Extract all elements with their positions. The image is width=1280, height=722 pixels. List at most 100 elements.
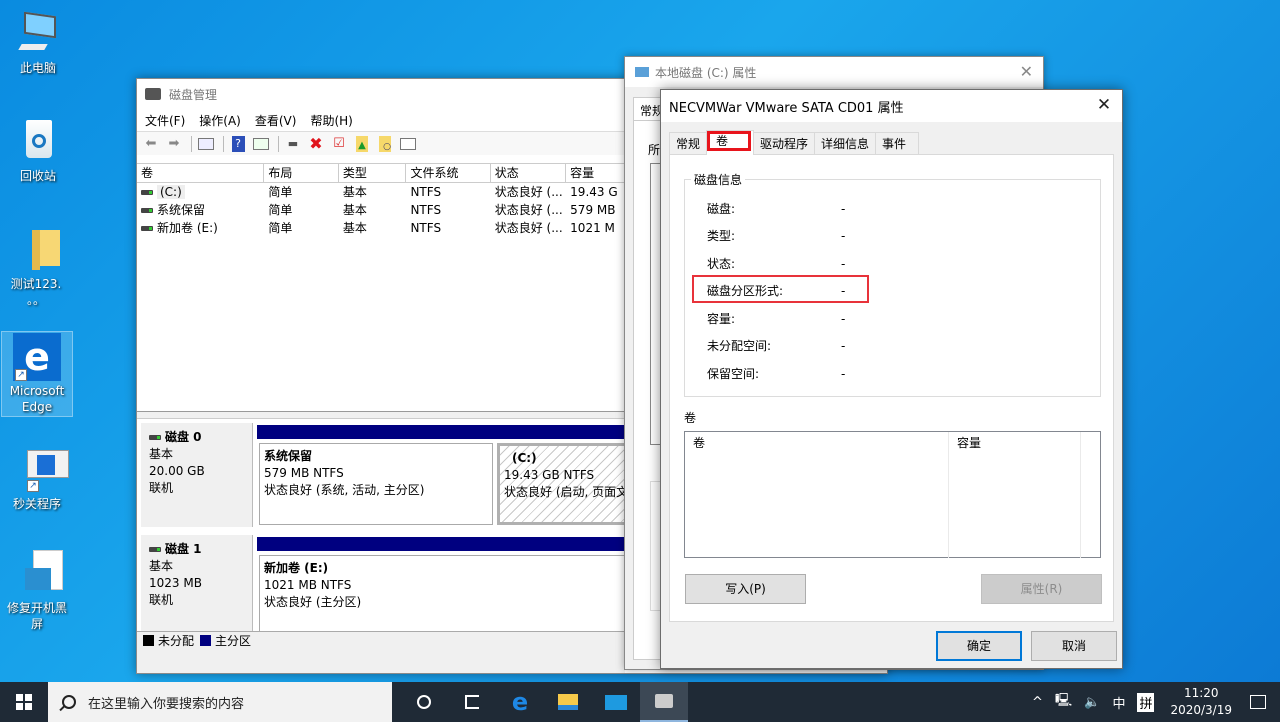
- partition-name: 新加卷 (E:): [264, 561, 329, 575]
- disk-label[interactable]: 磁盘 0 基本 20.00 GB 联机: [141, 423, 253, 527]
- action-pane-icon[interactable]: [251, 135, 271, 153]
- import-folder-icon[interactable]: ▲: [352, 135, 372, 153]
- column-header-filesystem[interactable]: 文件系统: [406, 164, 491, 182]
- volume-type: 基本: [342, 221, 367, 235]
- ime-mode-indicator[interactable]: 拼: [1137, 692, 1155, 712]
- pane-splitter[interactable]: [137, 411, 625, 419]
- partition[interactable]: 新加卷 (E:) 1021 MB NTFS 状态良好 (主分区): [257, 537, 637, 637]
- desktop-icon-app[interactable]: ↗ 秒关程序: [1, 446, 73, 512]
- volume-icon[interactable]: 🔈: [1084, 695, 1100, 710]
- properties-list-icon[interactable]: [398, 135, 418, 153]
- info-value: -: [841, 257, 846, 271]
- desktop-icon-registry-file[interactable]: 修复开机黑 屏: [1, 550, 73, 632]
- ok-button[interactable]: 确定: [936, 631, 1022, 661]
- disk-row: 磁盘 1 基本 1023 MB 联机 新加卷 (E:) 1021 MB NTFS…: [137, 531, 637, 643]
- partition-selected[interactable]: (C:) 19.43 GB NTFS 状态良好 (启动, 页面文: [495, 425, 635, 525]
- tab-general[interactable]: 常规: [669, 132, 708, 154]
- column-header-type[interactable]: 类型: [339, 164, 407, 182]
- cortana-circle-icon: [417, 695, 431, 709]
- clock-time: 11:20: [1183, 686, 1219, 700]
- search-icon: [62, 695, 76, 709]
- write-button[interactable]: 写入(P): [685, 574, 806, 604]
- desktop-icon-label: 。。: [26, 293, 45, 307]
- properties-button[interactable]: 属性(R): [981, 574, 1102, 604]
- tab-events[interactable]: 事件: [875, 132, 920, 154]
- help-icon[interactable]: ?: [228, 135, 248, 153]
- tab-details[interactable]: 详细信息: [814, 132, 877, 154]
- taskbar-app-file-explorer[interactable]: [544, 682, 592, 722]
- desktop-icon-label: 屏: [30, 617, 43, 631]
- volume-type: 基本: [342, 203, 367, 217]
- action-center-notification-icon[interactable]: [1250, 695, 1266, 709]
- menu-action[interactable]: 操作(A): [199, 112, 241, 129]
- column-header-status[interactable]: 状态: [491, 164, 567, 182]
- column-header-layout[interactable]: 布局: [264, 164, 339, 182]
- legend-label: 主分区: [215, 634, 252, 648]
- task-view-button[interactable]: [448, 682, 496, 722]
- partition-status: 状态良好 (启动, 页面文: [504, 485, 629, 499]
- console-tree-icon[interactable]: [196, 135, 216, 153]
- menu-help[interactable]: 帮助(H): [310, 112, 352, 129]
- primary-partition-bar: [257, 425, 495, 439]
- toolbar-separator: [191, 135, 192, 152]
- volume-list-header: 卷 布局 类型 文件系统 状态 容量: [137, 163, 625, 183]
- desktop-icon-recycle-bin[interactable]: 回收站: [2, 118, 74, 184]
- clock[interactable]: 11:20 2020/3/19: [1170, 685, 1232, 719]
- volume-status: 状态良好 (...: [494, 203, 563, 217]
- column-header-capacity[interactable]: 容量: [566, 164, 625, 182]
- tab-strip: 常规 卷 驱动程序 详细信息 事件: [669, 130, 920, 155]
- search-box[interactable]: 在这里输入你要搜索的内容: [48, 682, 392, 722]
- table-row[interactable]: 新加卷 (E:) 简单 基本 NTFS 状态良好 (... 1021 M: [137, 219, 625, 237]
- desktop-icon-edge[interactable]: e ↗ Microsoft Edge: [1, 331, 73, 417]
- volume-name: 系统保留: [157, 203, 206, 217]
- disk-label[interactable]: 磁盘 1 基本 1023 MB 联机: [141, 535, 253, 639]
- desktop-icon-folder[interactable]: 测试123. 。。: [0, 226, 72, 308]
- close-icon[interactable]: ✕: [1094, 95, 1114, 115]
- desktop-icon-this-pc[interactable]: 此电脑: [2, 10, 74, 76]
- close-icon[interactable]: ✕: [1020, 62, 1033, 81]
- section-label: 所: [648, 143, 661, 157]
- primary-partition-bar: [495, 425, 635, 439]
- drive-icon: [149, 435, 161, 440]
- show-hidden-icons-chevron-up-icon[interactable]: ^: [1032, 695, 1043, 710]
- search-folder-icon[interactable]: ○: [375, 135, 395, 153]
- legend-swatch-primary: [200, 635, 212, 646]
- tab-volumes-label-highlight: 卷: [707, 131, 752, 151]
- cortana-button[interactable]: [400, 682, 448, 722]
- ime-language-indicator[interactable]: 中: [1112, 693, 1125, 712]
- taskbar-app-disk-management[interactable]: [640, 682, 688, 722]
- disk-size: 20.00 GB: [149, 464, 205, 478]
- partition-name: (C:): [512, 451, 537, 465]
- forward-arrow-icon[interactable]: ➡: [164, 135, 184, 153]
- connect-disk-icon[interactable]: ▬: [283, 135, 303, 153]
- table-row[interactable]: (C:) 简单 基本 NTFS 状态良好 (... 19.43 G: [137, 183, 625, 201]
- taskbar-app-edge[interactable]: e: [496, 682, 544, 722]
- taskbar: 在这里输入你要搜索的内容 e ^ 🖳 🔈 中 拼 11:20 2020/3/19: [0, 682, 1280, 722]
- back-arrow-icon[interactable]: ⬅: [141, 135, 161, 153]
- column-header-volume[interactable]: 卷: [685, 432, 949, 558]
- volume-filesystem: NTFS: [410, 221, 442, 235]
- partition[interactable]: 系统保留 579 MB NTFS 状态良好 (系统, 活动, 主分区): [257, 425, 495, 525]
- menu-file[interactable]: 文件(F): [145, 112, 185, 129]
- start-button[interactable]: [0, 682, 48, 722]
- info-label: 磁盘:: [707, 202, 736, 216]
- taskbar-app-mail[interactable]: [592, 682, 640, 722]
- cancel-button[interactable]: 取消: [1031, 631, 1117, 661]
- menu-view[interactable]: 查看(V): [255, 112, 297, 129]
- tab-volumes[interactable]: 卷: [706, 130, 755, 155]
- check-document-icon[interactable]: ☑: [329, 135, 349, 153]
- shortcut-arrow-icon: ↗: [27, 480, 39, 492]
- volume-name: (C:): [157, 185, 185, 199]
- volume-status: 状态良好 (...: [494, 185, 563, 199]
- column-header-volume[interactable]: 卷: [137, 164, 265, 182]
- network-icon[interactable]: 🖳: [1055, 691, 1072, 713]
- table-row[interactable]: 系统保留 简单 基本 NTFS 状态良好 (... 579 MB: [137, 201, 625, 219]
- column-header-capacity[interactable]: 容量: [949, 432, 1081, 558]
- volume-layout: 简单: [268, 185, 293, 199]
- delete-icon[interactable]: ✖: [306, 134, 326, 153]
- desktop-icon-label: 修复开机黑: [6, 601, 67, 615]
- device-properties-dialog: NECVMWar VMware SATA CD01 属性 ✕ 常规 卷 驱动程序…: [660, 89, 1123, 669]
- info-value: -: [841, 339, 846, 353]
- volumes-list[interactable]: 卷 容量: [684, 431, 1101, 558]
- tab-driver[interactable]: 驱动程序: [753, 132, 816, 154]
